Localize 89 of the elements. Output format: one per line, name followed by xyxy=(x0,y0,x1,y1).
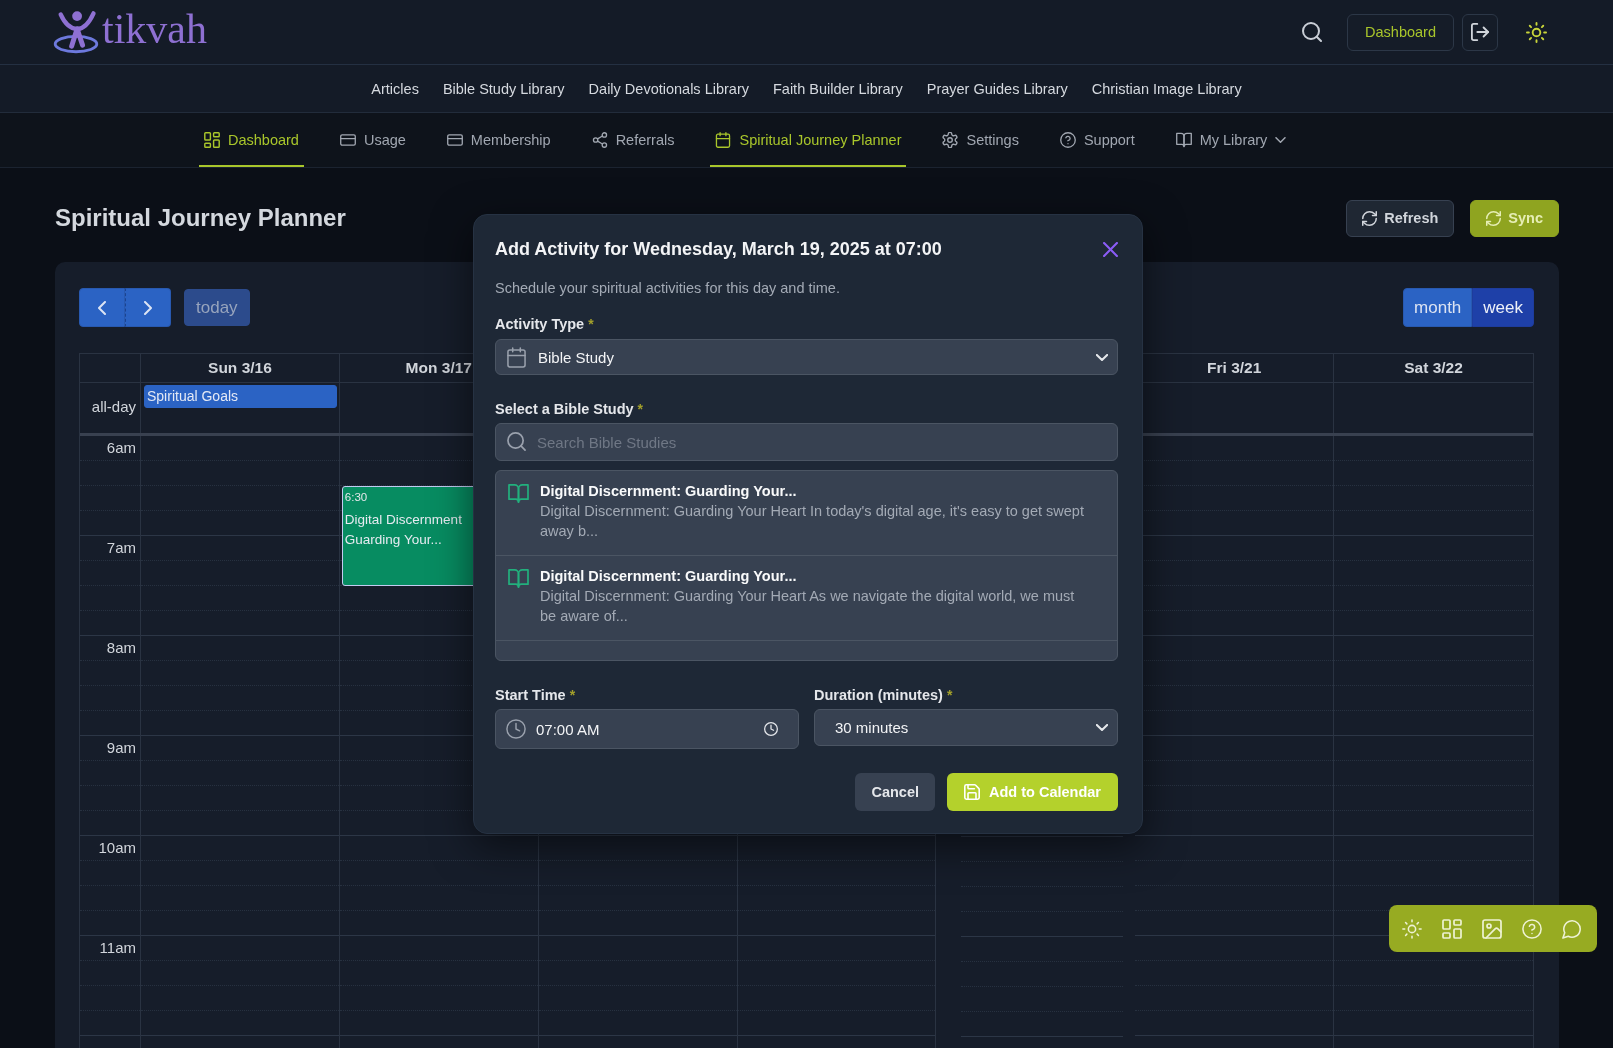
logo-icon xyxy=(53,9,99,55)
time-label: 7am xyxy=(106,538,136,558)
nav-link[interactable]: Christian Image Library xyxy=(1091,80,1242,97)
help-icon xyxy=(1059,132,1076,148)
save-icon xyxy=(964,784,980,800)
study-option[interactable]: Digital Discernment: Guarding Your... Digital Discernment: Guarding Your Heart As we navigate the digital world, we must be aware of... xyxy=(496,556,1117,641)
required-mark: * xyxy=(637,400,644,419)
view-toggle-button[interactable]: week xyxy=(1472,288,1534,327)
close-icon[interactable] xyxy=(1103,241,1118,257)
day-header: Fri 3/21 xyxy=(1207,359,1262,377)
time-label: 9am xyxy=(106,738,136,758)
time-label: 8am xyxy=(106,638,136,658)
dialog-subtitle: Schedule your spiritual activities for this day and time. xyxy=(495,279,841,298)
chevron-down-icon xyxy=(1096,724,1108,731)
chevron-down-icon xyxy=(1096,353,1108,361)
book-icon xyxy=(508,569,529,588)
search-field[interactable]: Search Bible Studies xyxy=(495,423,1118,461)
chevron-down-icon xyxy=(1275,137,1287,143)
field-label: Activity Type xyxy=(495,315,585,334)
required-mark: * xyxy=(588,315,594,334)
study-description: Digital Discernment: Guarding Your Heart In today's digital age, it's easy to get swept away b... xyxy=(540,502,1085,541)
calendar-icon xyxy=(507,346,526,368)
study-title: Digital Discernment: Guarding Your... xyxy=(540,567,797,586)
calendar-event[interactable]: Spiritual Goals xyxy=(144,385,337,408)
search-icon xyxy=(507,432,526,451)
chevron-left-icon xyxy=(98,300,106,315)
book-icon xyxy=(508,484,529,503)
book-icon xyxy=(1175,132,1192,148)
logo-text[interactable]: tikvah xyxy=(102,6,207,52)
nav-tab[interactable]: Usage xyxy=(334,113,411,167)
chevron-right-icon xyxy=(144,300,152,315)
cancel-button[interactable]: Cancel xyxy=(855,773,935,811)
required-mark: * xyxy=(569,686,576,705)
search-icon[interactable] xyxy=(1302,22,1323,42)
dialog-title: Add Activity for Wednesday, March 19, 2025 at 07:00 xyxy=(495,238,942,261)
nav-tab[interactable]: Referrals xyxy=(586,113,680,167)
share-icon xyxy=(591,132,608,148)
clock-icon xyxy=(506,719,526,739)
study-option[interactable]: Digital Discernment: Guarding Your... Digital Discernment: Guarding Your Heart In today's digital age, it's easy to get swept away b... xyxy=(496,471,1117,556)
next-button[interactable] xyxy=(125,288,171,327)
start-time-field[interactable]: 07:00 AM xyxy=(495,709,799,749)
nav-tab[interactable]: Membership xyxy=(441,113,556,167)
nav-tab[interactable]: Support xyxy=(1054,113,1140,167)
logout-button[interactable] xyxy=(1462,13,1498,51)
duration-select[interactable]: 30 minutes xyxy=(814,709,1118,746)
view-toggle-button[interactable]: month xyxy=(1403,288,1473,327)
log-out-icon xyxy=(1471,23,1489,41)
study-description: Digital Discernment: Guarding Your Heart As we navigate the digital world, we must be aware of... xyxy=(540,587,1076,626)
image-icon[interactable] xyxy=(1482,918,1502,939)
dashboard-icon xyxy=(204,132,220,148)
event-time: 6:30 xyxy=(344,490,368,504)
nav-link[interactable]: Bible Study Library xyxy=(442,80,565,97)
nav-link[interactable]: Daily Devotionals Library xyxy=(588,80,749,97)
time-label: 6am xyxy=(106,438,136,458)
day-header: Sun 3/16 xyxy=(208,359,272,377)
previous-button[interactable] xyxy=(79,288,125,327)
refresh-icon xyxy=(1362,210,1378,226)
clock-icon xyxy=(764,722,778,736)
time-label: 11am xyxy=(99,938,136,958)
calendar-icon xyxy=(715,132,732,148)
nav-tab[interactable]: My Library xyxy=(1170,113,1292,167)
all-day-label: all-day xyxy=(91,398,136,415)
nav-tab[interactable]: Settings xyxy=(937,113,1024,167)
event-title: Digital Discernment Guarding Your... xyxy=(344,511,462,549)
activity-type-select[interactable]: Bible Study xyxy=(495,339,1118,375)
sun-icon[interactable] xyxy=(1526,21,1547,43)
page-title: Spiritual Journey Planner xyxy=(55,204,346,232)
nav-tab[interactable]: Dashboard xyxy=(199,113,304,167)
grid-icon[interactable] xyxy=(1442,918,1462,939)
help-icon[interactable] xyxy=(1522,918,1542,939)
field-label: Select a Bible Study xyxy=(495,400,634,419)
chat-bubble-icon[interactable] xyxy=(1562,918,1582,939)
study-title: Digital Discernment: Guarding Your... xyxy=(540,482,797,501)
dashboard-button[interactable]: Dashboard xyxy=(1347,13,1454,51)
required-mark: * xyxy=(946,686,953,705)
time-label: 10am xyxy=(98,838,136,858)
day-header: Sat 3/22 xyxy=(1404,359,1463,377)
day-header: Mon 3/17 xyxy=(405,359,472,377)
credit-card-icon xyxy=(339,132,356,148)
field-label: Duration (minutes) xyxy=(814,686,943,705)
field-label: Start Time xyxy=(495,686,566,705)
nav-link[interactable]: Articles xyxy=(371,80,419,97)
refresh-button[interactable]: Refresh xyxy=(1346,199,1455,237)
nav-link[interactable]: Faith Builder Library xyxy=(772,80,903,97)
nav-link[interactable]: Prayer Guides Library xyxy=(926,80,1068,97)
nav-tab[interactable]: Spiritual Journey Planner xyxy=(710,113,907,167)
credit-card-icon xyxy=(446,132,463,148)
refresh-icon xyxy=(1486,210,1502,226)
settings-icon xyxy=(942,132,959,148)
